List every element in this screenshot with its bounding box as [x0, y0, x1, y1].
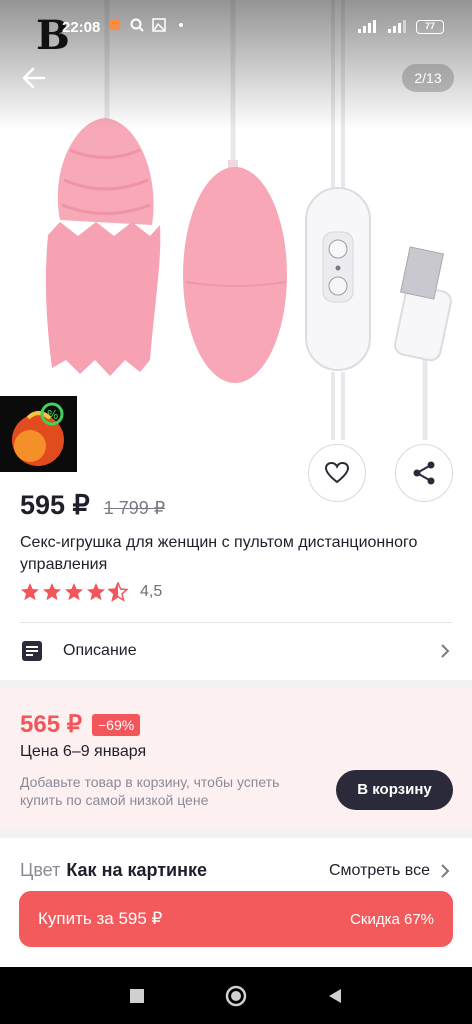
divider — [20, 622, 452, 623]
money-bag-icon: % — [12, 402, 64, 466]
rating-row[interactable]: 4,5 — [20, 582, 162, 602]
heart-icon — [324, 461, 350, 484]
color-variant-row[interactable]: Цвет Как на картинке Смотреть все — [20, 860, 452, 881]
system-nav-bar — [0, 967, 472, 1024]
star-full-icon — [87, 583, 105, 601]
description-label: Описание — [63, 642, 137, 659]
description-row[interactable]: Описание — [20, 626, 452, 676]
home-icon[interactable] — [225, 985, 247, 1007]
color-value: Как на картинке — [66, 860, 208, 880]
document-icon — [22, 641, 42, 661]
star-full-icon — [21, 583, 39, 601]
rating-value: 4,5 — [140, 583, 163, 600]
image-icon — [152, 18, 166, 32]
section-separator — [0, 830, 472, 838]
chevron-right-icon — [441, 644, 450, 658]
buy-label: Купить за 595 ₽ — [38, 909, 163, 928]
old-price: 1 799 ₽ — [103, 498, 166, 518]
price-row: 595 ₽ 1 799 ₽ — [20, 490, 165, 521]
gallery-page-counter: 2/13 — [402, 64, 454, 92]
buy-savings: Скидка 67% — [350, 910, 434, 928]
notification-icons — [108, 18, 188, 32]
promo-price-row: 565 ₽ −69% — [20, 710, 141, 739]
promo-price: 565 ₽ — [20, 711, 82, 738]
current-price: 595 ₽ — [20, 490, 90, 520]
section-separator — [0, 680, 472, 688]
chevron-right-icon — [441, 863, 450, 878]
system-status: 77 — [356, 20, 444, 34]
back-nav-icon[interactable] — [327, 988, 343, 1004]
discount-badge: −69% — [91, 713, 141, 736]
add-to-cart-button[interactable]: В корзину — [336, 770, 453, 810]
svg-text:%: % — [47, 408, 58, 422]
status-bar: B 22:08 77 — [0, 0, 472, 59]
search-icon — [130, 18, 144, 32]
arrow-left-icon — [22, 67, 46, 89]
signal-icon — [358, 20, 376, 33]
back-button[interactable] — [18, 62, 50, 94]
promo-hint: Добавьте товар в корзину, чтобы успеть к… — [20, 774, 280, 808]
star-half-icon — [108, 582, 128, 602]
promo-badge[interactable]: % — [0, 396, 77, 472]
share-icon — [413, 461, 435, 485]
dot-icon — [174, 18, 188, 32]
see-all-link[interactable]: Смотреть все — [329, 862, 430, 880]
share-button[interactable] — [395, 444, 453, 502]
star-full-icon — [65, 583, 83, 601]
star-full-icon — [43, 583, 61, 601]
app-notification-icon — [108, 18, 122, 32]
battery-icon: 77 — [416, 20, 444, 34]
recents-icon[interactable] — [129, 988, 145, 1004]
buy-now-button[interactable]: Купить за 595 ₽ Скидка 67% — [19, 891, 453, 947]
promo-offer: 565 ₽ −69% Цена 6–9 января Добавьте това… — [0, 688, 472, 830]
signal-2-icon — [388, 20, 406, 33]
color-label: Цвет — [20, 860, 61, 880]
promo-dates: Цена 6–9 января — [20, 743, 147, 760]
product-title: Секс-игрушка для женщин с пультом дистан… — [20, 534, 418, 573]
status-time: 22:08 — [62, 19, 101, 36]
favorite-button[interactable] — [308, 444, 366, 502]
